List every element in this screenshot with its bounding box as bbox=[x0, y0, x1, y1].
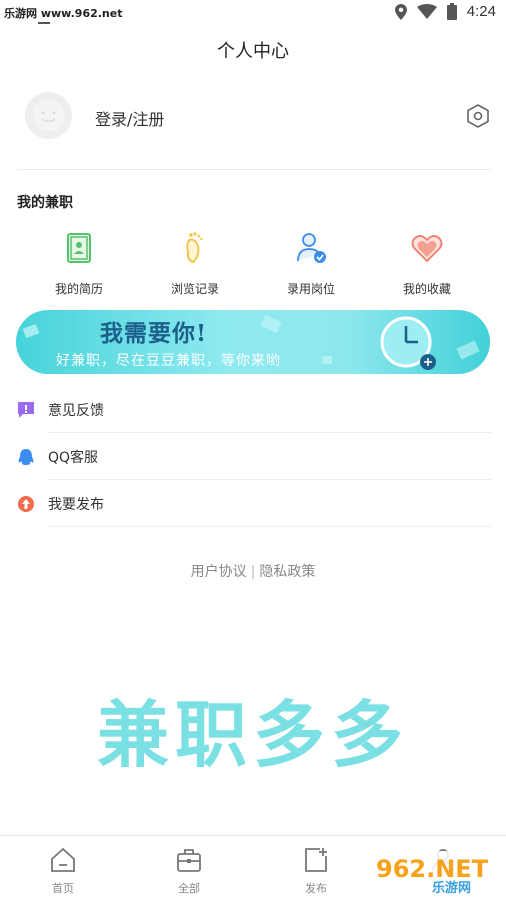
status-bar: 乐游网 www.962.net 4:24 bbox=[0, 0, 506, 26]
profile-row[interactable]: 登录/注册 bbox=[0, 86, 506, 150]
location-icon bbox=[394, 3, 407, 20]
menu-item-publish[interactable]: 我要发布 bbox=[0, 481, 506, 527]
menu-item-label: 我要发布 bbox=[48, 497, 104, 513]
clock-icon bbox=[380, 316, 436, 370]
policy-links: 用户协议 | 隐私政策 bbox=[0, 561, 506, 581]
battery-icon bbox=[446, 3, 457, 20]
quick-action-favorites[interactable]: 我的收藏 bbox=[372, 230, 482, 297]
menu-item-label: 意见反馈 bbox=[48, 403, 104, 419]
link-separator: | bbox=[250, 564, 256, 580]
settings-hexagon-icon[interactable] bbox=[465, 103, 491, 129]
quick-action-hired[interactable]: 录用岗位 bbox=[256, 230, 366, 297]
publish-icon bbox=[18, 496, 34, 512]
smiley-avatar-icon bbox=[32, 99, 65, 132]
divider bbox=[48, 432, 491, 433]
watermark-brand: 962.NET bbox=[376, 855, 489, 883]
resume-icon bbox=[67, 233, 91, 263]
qq-penguin-icon bbox=[18, 449, 34, 465]
divider bbox=[48, 479, 491, 480]
status-time: 4:24 bbox=[466, 3, 496, 20]
section-title: 我的兼职 bbox=[17, 195, 73, 211]
briefcase-icon bbox=[177, 849, 201, 872]
menu-item-qq-service[interactable]: QQ客服 bbox=[0, 434, 506, 480]
quick-action-resume[interactable]: 我的简历 bbox=[24, 230, 134, 297]
page-title: 个人中心 bbox=[217, 41, 289, 62]
quick-action-history[interactable]: 浏览记录 bbox=[140, 230, 250, 297]
watermark-name: 乐游网 bbox=[432, 880, 471, 895]
divider bbox=[48, 526, 491, 527]
banner-subtitle: 好兼职，尽在豆豆兼职，等你来哟 bbox=[56, 353, 281, 369]
feedback-icon bbox=[18, 402, 34, 418]
tab-label: 首页 bbox=[52, 882, 74, 895]
quick-action-label: 我的收藏 bbox=[402, 282, 451, 296]
slogan-text: 兼职多多 bbox=[96, 693, 409, 777]
heart-icon bbox=[411, 235, 443, 263]
watermark-logo: 962.NET 乐游网 bbox=[366, 851, 500, 895]
avatar[interactable] bbox=[25, 92, 72, 139]
hired-user-icon bbox=[297, 233, 326, 263]
home-icon bbox=[51, 847, 75, 872]
login-register-link[interactable]: 登录/注册 bbox=[95, 106, 164, 130]
banner-title: 我需要你! bbox=[100, 320, 208, 347]
quick-action-label: 浏览记录 bbox=[170, 282, 219, 296]
tab-home[interactable]: 首页 bbox=[23, 846, 103, 896]
tab-label: 全部 bbox=[178, 882, 200, 895]
status-indicator-bar bbox=[38, 22, 50, 24]
tab-label: 发布 bbox=[305, 882, 327, 895]
promo-banner[interactable]: 我需要你! 好兼职，尽在豆豆兼职，等你来哟 bbox=[16, 310, 490, 374]
menu-item-feedback[interactable]: 意见反馈 bbox=[0, 387, 506, 433]
post-icon bbox=[305, 848, 327, 872]
user-agreement-link[interactable]: 用户协议 bbox=[191, 564, 247, 580]
tab-all[interactable]: 全部 bbox=[149, 846, 229, 896]
quick-action-label: 我的简历 bbox=[54, 282, 103, 296]
footprint-icon bbox=[186, 232, 203, 264]
watermark-text: 乐游网 www.962.net bbox=[4, 7, 123, 20]
privacy-policy-link[interactable]: 隐私政策 bbox=[259, 564, 315, 580]
tab-post[interactable]: 发布 bbox=[276, 846, 356, 896]
quick-action-label: 录用岗位 bbox=[286, 282, 335, 296]
quick-actions-grid: 我的简历 浏览记录 录用岗位 我的收藏 bbox=[0, 230, 506, 300]
divider bbox=[17, 169, 491, 170]
menu-item-label: QQ客服 bbox=[48, 450, 99, 466]
wifi-icon bbox=[416, 4, 437, 19]
